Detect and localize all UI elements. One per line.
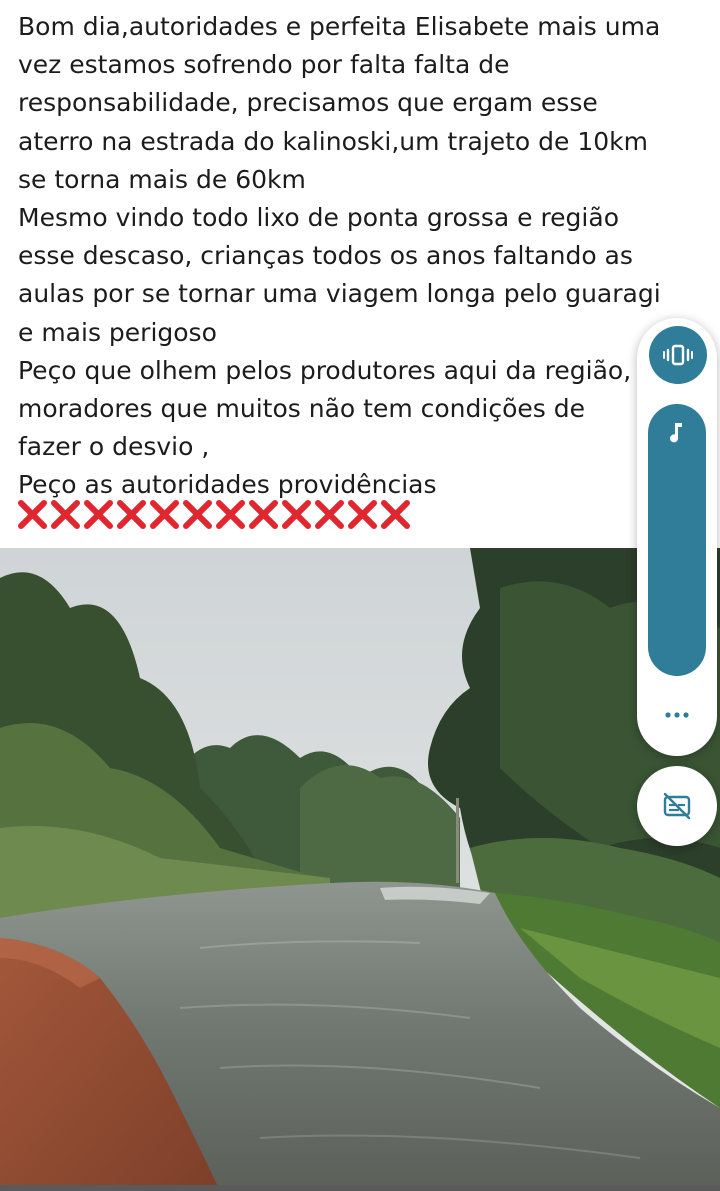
cross-mark-icon [249,500,278,529]
post-photo[interactable] [0,548,720,1191]
post-text-line: Mesmo vindo todo lixo de ponta grossa e … [18,203,619,233]
post-text: Bom dia,autoridades e perfeita Elisabete… [18,8,718,505]
post-text-line: aterro na estrada do kalinoski,um trajet… [18,126,649,156]
cross-mark-icon [18,500,47,529]
post-text-line: responsabilidade, precisamos que ergam e… [18,88,598,118]
cross-mark-icon [150,500,179,529]
cross-mark-row [16,498,412,531]
cross-mark-icon [348,500,377,529]
cross-mark-icon [282,500,311,529]
cross-mark-icon [381,500,410,529]
vibrate-toggle-button[interactable] [649,326,707,384]
live-caption-button[interactable] [637,766,717,846]
post-text-line: Peço que olhem pelos produtores aqui da … [18,355,632,385]
cross-mark-icon [51,500,80,529]
post-text-line: esse descaso, crianças todos os anos fal… [18,241,633,271]
cross-mark-icon [84,500,113,529]
post-text-line: vez estamos sofrendo por falta falta de [18,50,510,80]
cross-mark-icon [117,500,146,529]
cross-mark-icon [315,500,344,529]
captions-off-icon [663,792,691,820]
post-text-line: e mais perigoso [18,317,217,347]
cross-mark-icon [183,500,212,529]
bottom-edge-bar [0,1185,720,1191]
cross-mark-icon [216,500,245,529]
post-text-line: Bom dia,autoridades e perfeita Elisabete… [18,12,661,41]
post-text-line: moradores que muitos não tem condições d… [18,394,585,424]
more-options-button[interactable] [662,700,692,730]
post-text-line: se torna mais de 60km [18,164,306,194]
more-dots-icon [665,712,689,718]
post-text-line: fazer o desvio , [18,432,210,462]
vibrate-icon [663,344,693,366]
music-note-icon [670,423,682,443]
post-text-line: aulas por se tornar uma viagem longa pel… [18,279,661,309]
